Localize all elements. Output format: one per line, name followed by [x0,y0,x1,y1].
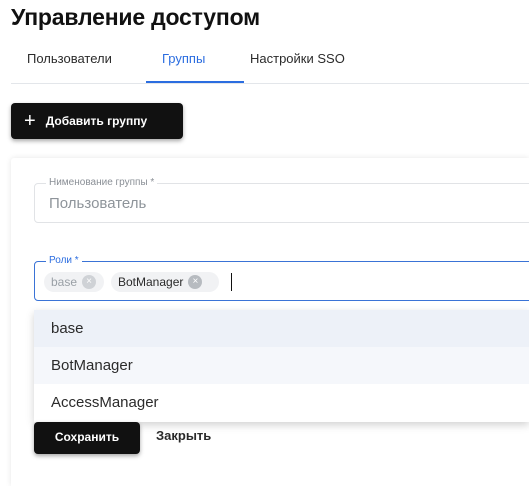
page-title: Управление доступом [11,4,260,30]
remove-chip-icon[interactable]: × [188,275,203,289]
role-chip-base[interactable]: base × [44,272,104,292]
role-chip-label: BotManager [118,275,184,289]
active-tab-indicator [146,81,244,83]
group-name-value: Пользователь [49,195,147,212]
group-name-label: Нименование группы * [46,177,158,189]
roles-field[interactable]: Роли * base × BotManager × [34,255,529,301]
option-accessmanager[interactable]: AccessManager [34,384,529,421]
tab-users[interactable]: Пользователи [27,50,112,83]
role-chip-botmanager[interactable]: BotManager × [111,272,219,292]
save-button[interactable]: Сохранить [34,422,140,454]
tab-groups[interactable]: Группы [162,50,205,83]
group-name-field[interactable]: Нименование группы * Пользователь [34,177,529,223]
role-chip-label: base [51,275,78,289]
roles-label: Роли * [46,255,82,267]
close-button[interactable]: Закрыть [156,428,211,443]
option-botmanager[interactable]: BotManager [34,347,529,384]
text-cursor [231,273,232,291]
tab-sso-settings[interactable]: Настройки SSO [250,50,345,83]
add-group-label: Добавить группу [45,114,148,128]
roles-dropdown: base BotManager AccessManager [34,310,529,422]
tab-bar: Пользователи Группы Настройки SSO [11,44,529,84]
remove-chip-icon[interactable]: × [82,275,97,289]
plus-icon: + [24,110,36,132]
option-base[interactable]: base [34,310,529,347]
add-group-button[interactable]: + Добавить группу [11,103,183,139]
